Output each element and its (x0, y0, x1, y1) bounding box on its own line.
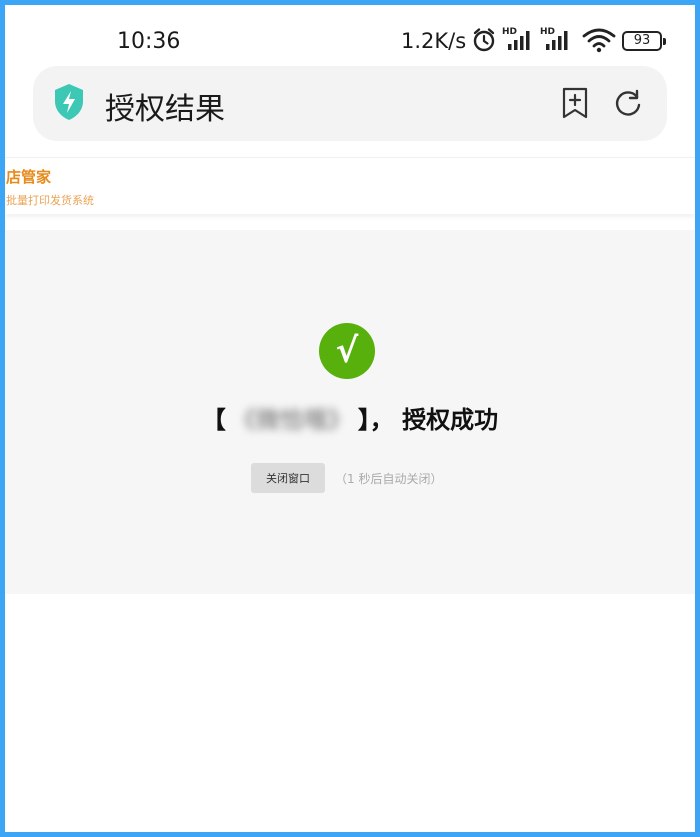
svg-text:HD: HD (540, 27, 555, 37)
auto-close-countdown: （1 秒后自动关闭） (335, 472, 443, 486)
hd-signal-icon: HD (540, 27, 568, 50)
shop-name: 《微恰哦》 (231, 406, 352, 434)
result-message: 【《微恰哦》】， 授权成功 (5, 400, 695, 435)
brand-tagline: 批量打印发货系统 (6, 194, 94, 207)
close-window-button[interactable]: 关闭窗口 (251, 463, 325, 493)
reload-icon[interactable] (613, 88, 643, 118)
status-bar: 10:36 1.2K/s HD HD 93 (5, 5, 695, 65)
address-bar[interactable]: 授权结果 (33, 66, 667, 141)
shield-icon (55, 84, 83, 120)
status-time: 10:36 (117, 29, 181, 54)
svg-text:HD: HD (502, 27, 517, 37)
open-bracket: 【 (201, 406, 226, 434)
site-header: 店管家 批量打印发货系统 (5, 157, 695, 214)
close-bracket: 】， (357, 406, 394, 434)
wifi-icon (582, 28, 616, 53)
result-panel: √ 【《微恰哦》】， 授权成功 关闭窗口 （1 秒后自动关闭） (5, 230, 695, 594)
success-check-icon: √ (319, 323, 375, 379)
brand-logo-text[interactable]: 店管家 (6, 166, 51, 187)
network-speed: 1.2K/s (401, 29, 467, 53)
success-text: 授权成功 (402, 406, 499, 434)
battery-icon: 93 (622, 31, 666, 51)
hd-signal-icon: HD (502, 27, 530, 50)
alarm-icon (473, 28, 495, 52)
page-title: 授权结果 (105, 92, 225, 127)
bookmark-add-icon[interactable] (561, 86, 589, 120)
